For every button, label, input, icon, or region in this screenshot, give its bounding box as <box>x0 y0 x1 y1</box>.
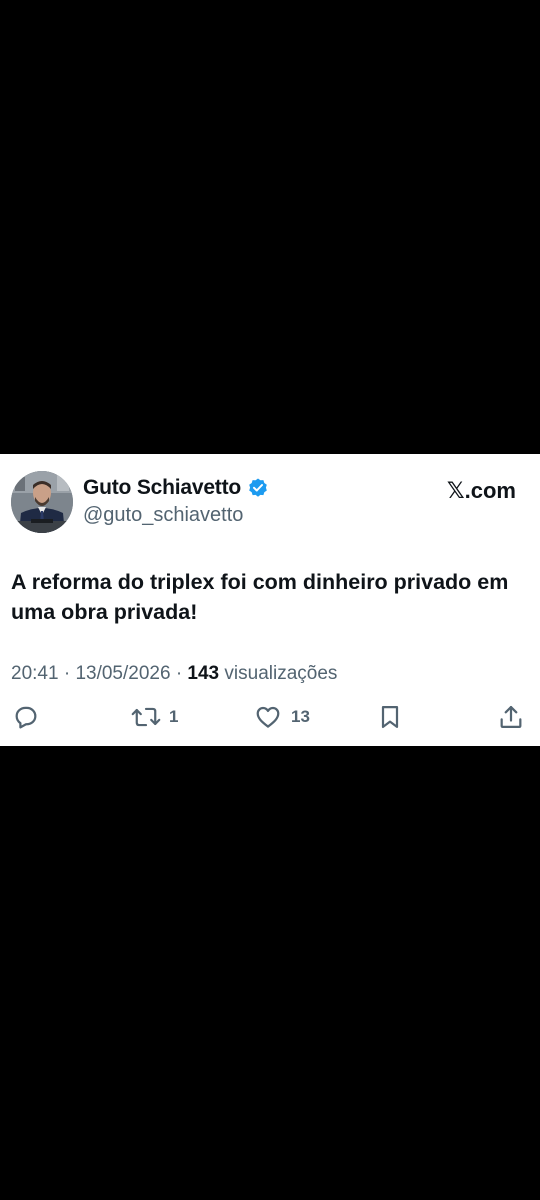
views-label: visualizações <box>224 663 338 684</box>
meta-separator: · <box>63 663 76 684</box>
author-handle[interactable]: @guto_schiavetto <box>83 504 243 527</box>
tweet-card: Guto Schiavetto @guto_schiavetto 𝕏.com A… <box>0 454 540 746</box>
author-name-row: Guto Schiavetto <box>83 476 269 500</box>
tweet-meta: 20:41 · 13/05/2026 · 143 visualizações <box>11 663 337 685</box>
share-button[interactable] <box>497 703 525 731</box>
action-bar: 1 13 <box>0 703 540 735</box>
share-icon <box>497 703 525 731</box>
avatar[interactable] <box>11 471 73 533</box>
author-display-name[interactable]: Guto Schiavetto <box>83 476 241 500</box>
bookmark-icon <box>377 703 403 731</box>
like-button[interactable]: 13 <box>253 703 310 731</box>
retweet-count: 1 <box>169 707 179 726</box>
tweet-text: A reforma do triplex foi com dinheiro pr… <box>11 570 509 624</box>
verified-badge-icon <box>247 477 269 499</box>
reply-button[interactable] <box>12 703 40 731</box>
tweet-time[interactable]: 20:41 <box>11 663 59 684</box>
meta-separator: · <box>175 663 188 684</box>
reply-icon <box>12 703 40 731</box>
retweet-button[interactable]: 1 <box>131 703 178 731</box>
x-com-logo: 𝕏.com <box>446 478 516 503</box>
heart-icon <box>253 703 283 731</box>
like-count: 13 <box>291 707 310 726</box>
avatar-photo <box>11 471 73 533</box>
views-count: 143 <box>187 663 220 684</box>
bookmark-button[interactable] <box>377 703 403 731</box>
tweet-date[interactable]: 13/05/2026 <box>75 663 170 684</box>
retweet-icon <box>131 703 161 731</box>
